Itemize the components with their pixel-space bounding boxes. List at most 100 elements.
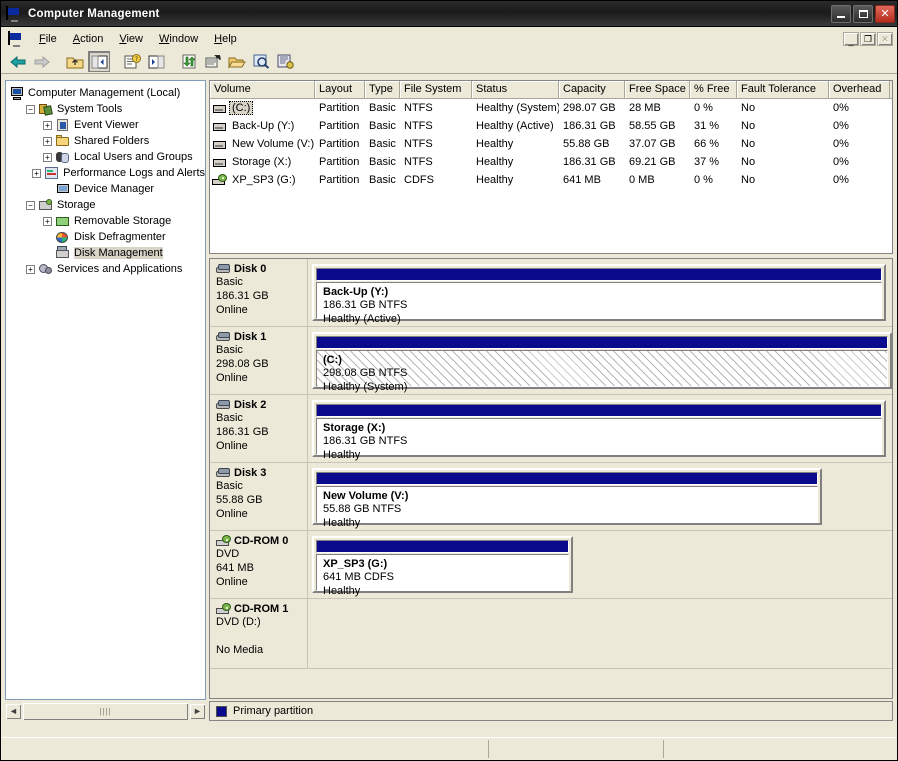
tree-item-device-manager[interactable]: Device Manager: [9, 181, 205, 197]
disk-info[interactable]: CD-ROM 1 DVD (D:) No Media: [210, 599, 308, 668]
properties-icon[interactable]: ?: [121, 51, 143, 72]
disk-kind: DVD (D:): [216, 616, 261, 628]
menu-help[interactable]: Help: [206, 31, 245, 47]
column-header-type[interactable]: Type: [365, 81, 400, 98]
cell-status: Healthy: [476, 156, 514, 168]
cell-type: Basic: [369, 156, 396, 168]
tree-item-shared-folders[interactable]: + Shared Folders: [9, 133, 205, 149]
disk-info[interactable]: Disk 0 Basic 186.31 GB Online: [210, 259, 308, 326]
volume-row[interactable]: XP_SP3 (G:) Partition Basic CDFS Healthy 641 …: [210, 171, 892, 189]
partition-color-bar: [316, 472, 819, 485]
volume-row[interactable]: Storage (X:) Partition Basic NTFS Healthy 186…: [210, 153, 892, 171]
help-search-icon[interactable]: [250, 51, 272, 72]
collapse-icon[interactable]: −: [26, 200, 35, 210]
partition-block[interactable]: (C:) 298.08 GB NTFS Healthy (System): [312, 332, 892, 393]
computer-icon: [6, 5, 22, 21]
column-header-fault-tolerance[interactable]: Fault Tolerance: [737, 81, 829, 98]
tree-item-services-and-applications[interactable]: + Services and Applications: [9, 261, 205, 277]
menu-window[interactable]: Window: [151, 31, 206, 47]
volume-name: (C:): [229, 101, 254, 115]
disk-row: Disk 2 Basic 186.31 GB Online Storage (X:) 18…: [210, 395, 892, 463]
tree-item-event-viewer[interactable]: + Event Viewer: [9, 117, 205, 133]
disk-name-row: Disk 3: [216, 467, 307, 479]
disk-icon: [216, 263, 232, 275]
cell-file-system: NTFS: [404, 102, 433, 114]
tree-item-system-tools[interactable]: − System Tools: [9, 101, 205, 117]
partition-details: New Volume (V:) 55.88 GB NTFS Healthy: [316, 486, 819, 529]
export-list-icon[interactable]: [202, 51, 224, 72]
disk-info[interactable]: Disk 1 Basic 298.08 GB Online: [210, 327, 308, 394]
rescan-disks-icon[interactable]: [274, 51, 296, 72]
disk-management-icon: [55, 245, 71, 261]
tree-item-disk-management[interactable]: Disk Management: [9, 245, 205, 261]
disk-info[interactable]: CD-ROM 0 DVD 641 MB Online: [210, 531, 308, 598]
cell-capacity: 641 MB: [563, 174, 601, 186]
column-header-capacity[interactable]: Capacity: [559, 81, 625, 98]
cell-overhead: 0%: [833, 120, 849, 132]
scroll-track[interactable]: ||||: [23, 702, 188, 720]
column-header-file-system[interactable]: File System: [400, 81, 472, 98]
collapse-icon[interactable]: −: [26, 104, 35, 114]
console-tree-pane: Computer Management (Local) − System Tools…: [5, 80, 206, 700]
volume-row[interactable]: (C:) Partition Basic NTFS Healthy (System) 29…: [210, 99, 892, 117]
show-hide-tree-icon[interactable]: [88, 51, 110, 72]
partition-block[interactable]: New Volume (V:) 55.88 GB NTFS Healthy: [312, 468, 823, 529]
graphical-disk-view[interactable]: Disk 0 Basic 186.31 GB Online Back-Up (Y:) 18…: [209, 258, 893, 699]
column-header-overhead[interactable]: Overhead: [829, 81, 890, 98]
disk-legend: Primary partition: [209, 701, 893, 721]
expand-icon[interactable]: +: [43, 216, 52, 226]
disk-info[interactable]: Disk 3 Basic 55.88 GB Online: [210, 463, 308, 530]
disk-size: 298.08 GB: [216, 358, 269, 370]
mdi-minimize-button[interactable]: _: [843, 31, 859, 46]
menu-action[interactable]: Action: [65, 31, 112, 47]
partition-block[interactable]: Storage (X:) 186.31 GB NTFS Healthy: [312, 400, 887, 461]
cell-fault-tolerance: No: [741, 156, 756, 168]
tree-horizontal-scrollbar[interactable]: ◄ |||| ►: [5, 702, 206, 720]
back-icon[interactable]: [7, 51, 29, 72]
up-one-level-icon[interactable]: [64, 51, 86, 72]
column-header-volume[interactable]: Volume: [210, 81, 315, 98]
disk-info[interactable]: Disk 2 Basic 186.31 GB Online: [210, 395, 308, 462]
disk-defragmenter-icon: [55, 230, 71, 245]
column-header-layout[interactable]: Layout: [315, 81, 365, 98]
disk-name-row: Disk 2: [216, 399, 307, 411]
column-header-free-space[interactable]: Free Space: [625, 81, 690, 98]
removable-storage-icon: [55, 214, 71, 229]
column-header-status[interactable]: Status: [472, 81, 559, 98]
menu-view[interactable]: View: [111, 31, 151, 47]
partition-block[interactable]: XP_SP3 (G:) 641 MB CDFS Healthy: [312, 536, 573, 597]
maximize-button[interactable]: [853, 4, 873, 23]
refresh-icon[interactable]: [178, 51, 200, 72]
volume-list[interactable]: Volume Layout Type File System Status Capacit…: [209, 80, 893, 254]
column-header-free[interactable]: % Free: [690, 81, 737, 98]
open-icon[interactable]: [226, 51, 248, 72]
tree-item-local-users-and-groups[interactable]: + Local Users and Groups: [9, 149, 205, 165]
partition-block[interactable]: Back-Up (Y:) 186.31 GB NTFS Healthy (Activ…: [312, 264, 887, 325]
disk-state: Online: [216, 576, 248, 588]
close-button[interactable]: ✕: [875, 4, 895, 23]
title-bar[interactable]: Computer Management ✕: [1, 1, 897, 27]
expand-icon[interactable]: +: [43, 136, 52, 146]
tree-item-label: Device Manager: [74, 183, 155, 195]
tree-item-storage[interactable]: − Storage: [9, 197, 205, 213]
disk-partition-area: Back-Up (Y:) 186.31 GB NTFS Healthy (Activ…: [308, 259, 892, 326]
scroll-left-arrow[interactable]: ◄: [5, 702, 22, 720]
volume-row[interactable]: Back-Up (Y:) Partition Basic NTFS Healthy (A…: [210, 117, 892, 135]
menu-file[interactable]: File: [31, 31, 65, 47]
tree-item-computer-management-local[interactable]: Computer Management (Local): [9, 85, 205, 101]
volume-row[interactable]: New Volume (V:) Partition Basic NTFS Healthy…: [210, 135, 892, 153]
mdi-restore-button[interactable]: ❐: [860, 31, 876, 46]
minimize-button[interactable]: [831, 4, 851, 23]
tree-item-label: Computer Management (Local): [28, 87, 181, 99]
disk-icon: [216, 399, 232, 411]
tree-item-disk-defragmenter[interactable]: Disk Defragmenter: [9, 229, 205, 245]
scroll-right-arrow[interactable]: ►: [189, 702, 206, 720]
expand-icon[interactable]: +: [43, 120, 52, 130]
expand-icon[interactable]: +: [32, 168, 42, 178]
tree-item-performance-logs-and-alerts[interactable]: + Performance Logs and Alerts: [9, 165, 205, 181]
scroll-thumb[interactable]: ||||: [23, 702, 188, 720]
tree-item-removable-storage[interactable]: + Removable Storage: [9, 213, 205, 229]
expand-icon[interactable]: +: [43, 152, 52, 162]
show-hide-action-pane-icon[interactable]: [145, 51, 167, 72]
expand-icon[interactable]: +: [26, 264, 35, 274]
